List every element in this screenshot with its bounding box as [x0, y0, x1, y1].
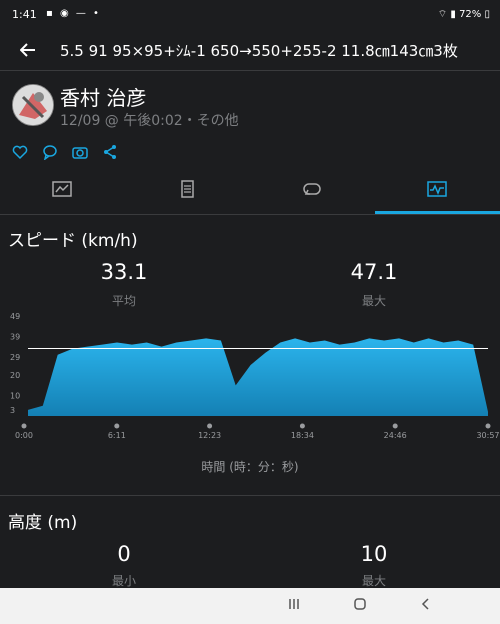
y-tick-label: 39 [10, 332, 20, 341]
loop-icon [303, 183, 321, 195]
x-tick-label: 6:11 [108, 431, 126, 440]
min-altitude-value: 0 [117, 542, 131, 566]
activity-owner: 香村 治彦 12/09 @ 午後0:02・その他 [0, 72, 500, 140]
back-nav-icon [421, 598, 429, 610]
x-tick-marker [299, 423, 305, 429]
section-divider [0, 495, 500, 496]
signal-icon: ▮ [450, 9, 456, 20]
share-button[interactable] [102, 144, 122, 164]
x-tick-label: 30:57 [476, 431, 499, 440]
app-bar: 5.5 91 95×95+ｼﾑ-1 650→550+255-2 11.8㎝143… [0, 30, 500, 71]
x-axis-label: 時間 (時：分：秒) [201, 460, 299, 474]
battery-icon: ▯ [484, 9, 490, 20]
chart-tab-icon [427, 181, 447, 197]
x-tick-marker [392, 423, 398, 429]
avg-speed-label: 平均 [111, 294, 136, 308]
back-button[interactable] [14, 36, 42, 64]
x-tick-label: 24:46 [384, 431, 407, 440]
min-altitude-label: 最小 [111, 574, 136, 588]
status-time: 1:41 [12, 8, 37, 21]
activity-title: 5.5 91 95×95+ｼﾑ-1 650→550+255-2 11.8㎝143… [60, 42, 458, 60]
photo-button[interactable] [72, 144, 92, 164]
document-icon [181, 180, 194, 198]
back-arrow-icon [19, 43, 35, 57]
speed-series-area [28, 338, 488, 416]
x-tick-marker [21, 423, 27, 429]
max-speed-value: 47.1 [350, 260, 398, 284]
y-tick-label: 10 [10, 392, 20, 401]
tab-stats[interactable] [125, 168, 250, 214]
speed-title: スピード (km/h) [8, 231, 138, 251]
back-nav-button[interactable] [416, 596, 436, 616]
x-tick-label: 0:00 [15, 431, 33, 440]
altitude-title: 高度 (m) [8, 513, 78, 533]
avatar-image [13, 85, 53, 125]
y-tick-label: 49 [10, 312, 20, 321]
x-tick-marker [485, 423, 491, 429]
y-tick-label: 20 [10, 371, 20, 380]
x-tick-marker [114, 423, 120, 429]
y-tick-label: 3 [10, 406, 15, 415]
overview-icon [52, 181, 72, 197]
max-altitude-value: 10 [360, 542, 388, 566]
tab-overview[interactable] [0, 168, 125, 214]
activity-date: 12/09 @ 午後0:02・その他 [60, 113, 239, 129]
avatar[interactable] [12, 84, 54, 126]
recents-icon [289, 599, 299, 609]
comment-button[interactable] [42, 144, 62, 164]
battery-percent: 72% [459, 9, 482, 20]
like-button[interactable] [12, 144, 32, 164]
notification-icons: ▪ ◉ — • [46, 8, 101, 19]
max-altitude-label: 最大 [361, 574, 386, 588]
recents-button[interactable] [284, 596, 304, 616]
share-icon [104, 145, 116, 159]
system-nav-bar [0, 588, 500, 624]
camera-icon [72, 147, 88, 159]
wifi-icon: ⌔ [437, 9, 448, 20]
action-row [0, 140, 500, 169]
x-tick-label: 18:34 [291, 431, 314, 440]
home-button[interactable] [350, 596, 370, 616]
x-tick-label: 12:23 [198, 431, 221, 440]
tab-laps[interactable] [250, 168, 375, 214]
heart-icon [12, 145, 28, 160]
comment-icon [43, 145, 57, 161]
x-tick-marker [207, 423, 213, 429]
speed-chart[interactable]: 3 10 20 29 39 49 0:00 6:11 12:23 18:34 24:46 30:57 [0, 310, 500, 450]
max-speed-label: 最大 [361, 294, 386, 308]
status-bar: 1:41 ▪ ◉ — • ⌔ ▮ 72% ▯ [0, 0, 500, 30]
home-icon [354, 598, 366, 610]
tab-bar [0, 168, 500, 215]
status-right: ⌔ ▮ 72% ▯ [438, 8, 490, 21]
tab-charts[interactable] [375, 168, 500, 214]
owner-name[interactable]: 香村 治彦 [60, 82, 146, 111]
y-tick-label: 29 [10, 353, 20, 362]
avg-speed-value: 33.1 [100, 260, 148, 284]
